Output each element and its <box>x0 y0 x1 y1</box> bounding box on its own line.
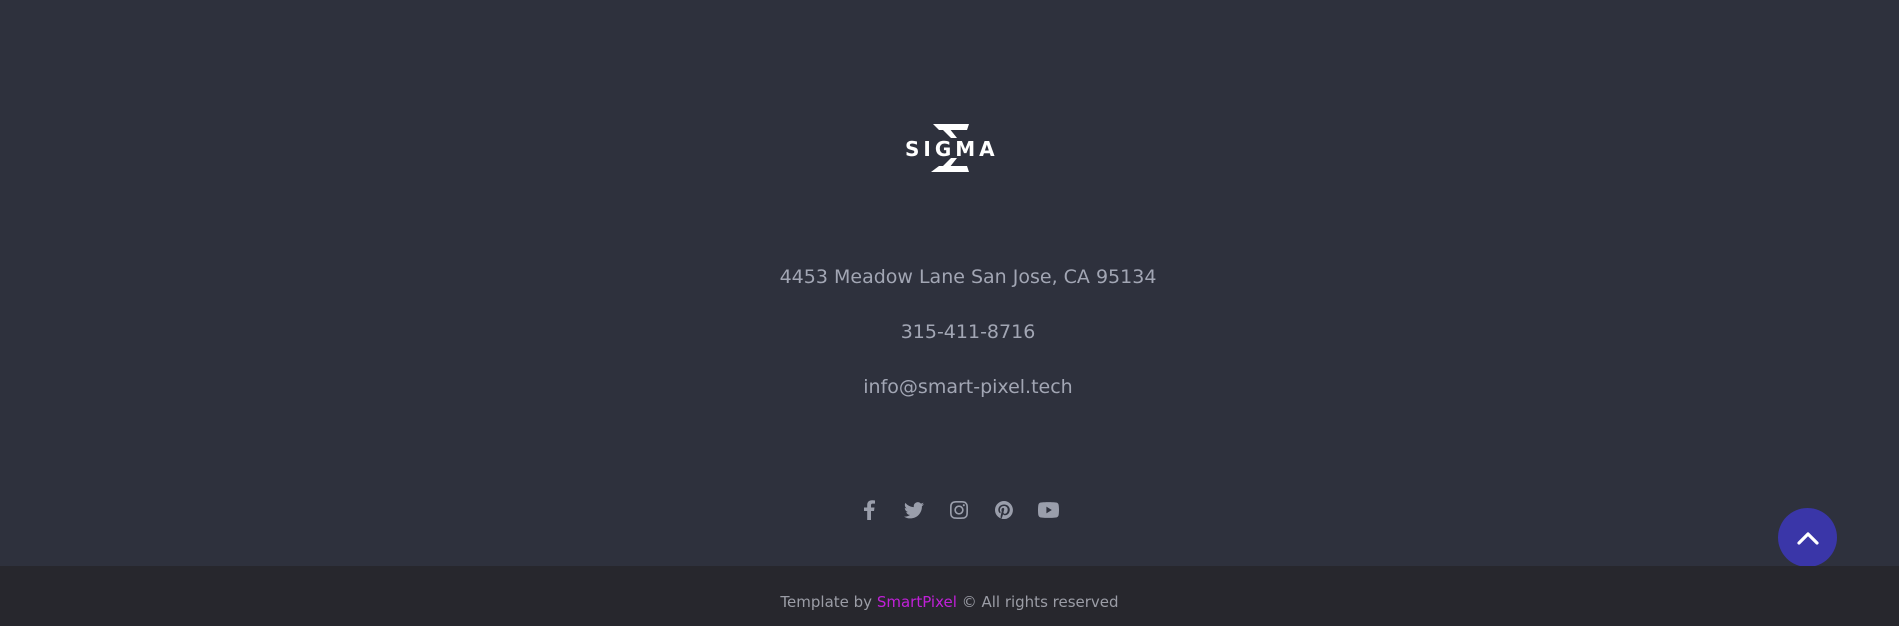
pinterest-icon <box>994 501 1013 519</box>
brand-link[interactable]: SmartPixel <box>877 593 957 611</box>
scroll-to-top-button[interactable] <box>1778 508 1837 567</box>
youtube-link[interactable] <box>1026 496 1071 524</box>
phone-text[interactable]: 315-411-8716 <box>0 320 1899 344</box>
copyright-text: Template by SmartPixel © All rights rese… <box>0 593 1899 611</box>
copyright-suffix: © All rights reserved <box>961 593 1119 611</box>
address-text: 4453 Meadow Lane San Jose, CA 95134 <box>779 266 1157 288</box>
twitter-link[interactable] <box>891 496 936 524</box>
facebook-icon <box>863 500 875 520</box>
email-link[interactable]: info@smart-pixel.tech <box>0 375 1899 399</box>
sigma-logo[interactable]: SIGMA <box>905 122 999 176</box>
social-links <box>846 496 1071 524</box>
facebook-link[interactable] <box>846 496 891 524</box>
logo-text: SIGMA <box>905 137 999 161</box>
instagram-link[interactable] <box>936 496 981 524</box>
twitter-icon <box>903 501 924 518</box>
bottom-bar: Template by SmartPixel © All rights rese… <box>0 566 1899 626</box>
youtube-icon <box>1038 502 1059 518</box>
copyright-prefix: Template by <box>780 593 873 611</box>
pinterest-link[interactable] <box>981 496 1026 524</box>
chevron-up-icon <box>1796 531 1819 545</box>
instagram-icon <box>949 501 968 519</box>
footer: SIGMA 4453 Meadow Lane San Jose, CA 9513… <box>0 0 1899 567</box>
